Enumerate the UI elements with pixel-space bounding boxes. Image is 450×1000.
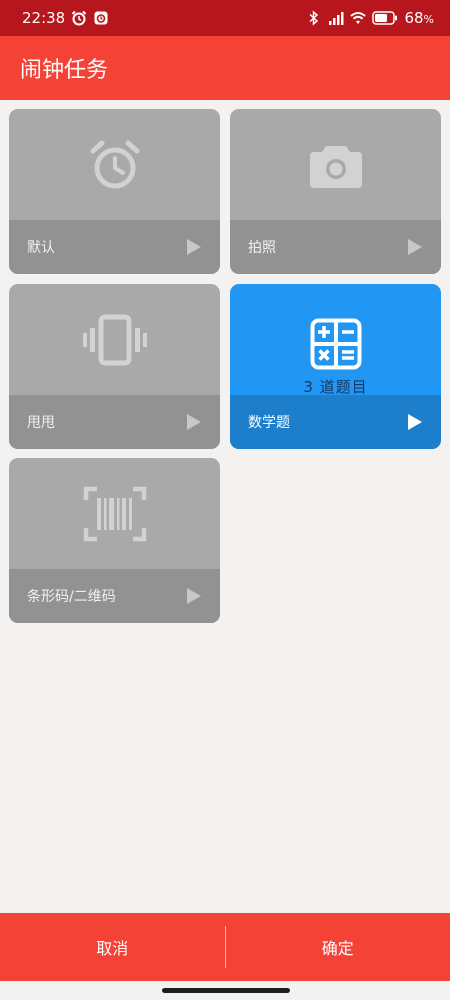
signal-icon — [329, 12, 344, 25]
task-card-shake[interactable]: 甩甩 — [9, 284, 220, 449]
task-card-footer: 默认 — [9, 220, 220, 274]
status-right: 68% — [306, 9, 434, 27]
page-title: 闹钟任务 — [20, 58, 109, 83]
play-icon[interactable] — [407, 238, 423, 256]
bluetooth-icon — [309, 10, 319, 26]
app-notification-icon — [94, 11, 108, 25]
vibrate-phone-icon — [82, 314, 147, 365]
home-indicator[interactable] — [162, 988, 290, 993]
task-card-barcode[interactable]: 条形码/二维码 — [9, 458, 220, 623]
camera-icon — [309, 145, 362, 188]
confirm-button[interactable]: 确定 — [226, 913, 450, 981]
task-card-icon-area — [230, 109, 441, 220]
alarm-clock-icon — [90, 140, 139, 188]
battery-unit: % — [423, 13, 434, 26]
barcode-scan-icon — [83, 486, 146, 541]
task-card-footer: 甩甩 — [9, 395, 220, 449]
task-card-subtitle: 3 道题目 — [303, 378, 368, 396]
cancel-button[interactable]: 取消 — [0, 913, 225, 981]
status-bar: 22:38 68% — [0, 0, 450, 36]
task-card-camera[interactable]: 拍照 — [230, 109, 441, 274]
task-card-math[interactable]: 3 道题目 数学题 — [230, 284, 441, 449]
app-bar: 闹钟任务 — [0, 36, 450, 100]
task-card-label: 默认 — [27, 240, 55, 256]
task-card-icon-area — [9, 284, 220, 395]
task-card-footer: 数学题 — [230, 395, 441, 449]
task-card-label: 拍照 — [248, 240, 276, 256]
play-icon[interactable] — [186, 413, 202, 431]
bottom-action-bar: 取消 确定 — [0, 913, 450, 981]
wifi-icon — [350, 12, 367, 24]
task-card-icon-area — [9, 458, 220, 569]
battery-level: 68 — [404, 9, 424, 27]
task-card-footer: 拍照 — [230, 220, 441, 274]
calculator-icon — [310, 318, 361, 370]
task-card-default[interactable]: 默认 — [9, 109, 220, 274]
task-card-footer: 条形码/二维码 — [9, 569, 220, 623]
alarm-icon — [72, 10, 87, 26]
task-card-label: 条形码/二维码 — [27, 589, 116, 605]
battery-text: 68% — [404, 9, 434, 27]
task-card-label: 数学题 — [248, 415, 290, 431]
play-icon[interactable] — [186, 238, 202, 256]
status-left: 22:38 — [22, 9, 109, 27]
battery-icon — [372, 11, 398, 25]
status-time: 22:38 — [22, 9, 66, 27]
play-icon[interactable] — [186, 587, 202, 605]
play-icon[interactable] — [407, 413, 423, 431]
task-card-icon-area — [9, 109, 220, 220]
task-card-label: 甩甩 — [27, 415, 55, 431]
